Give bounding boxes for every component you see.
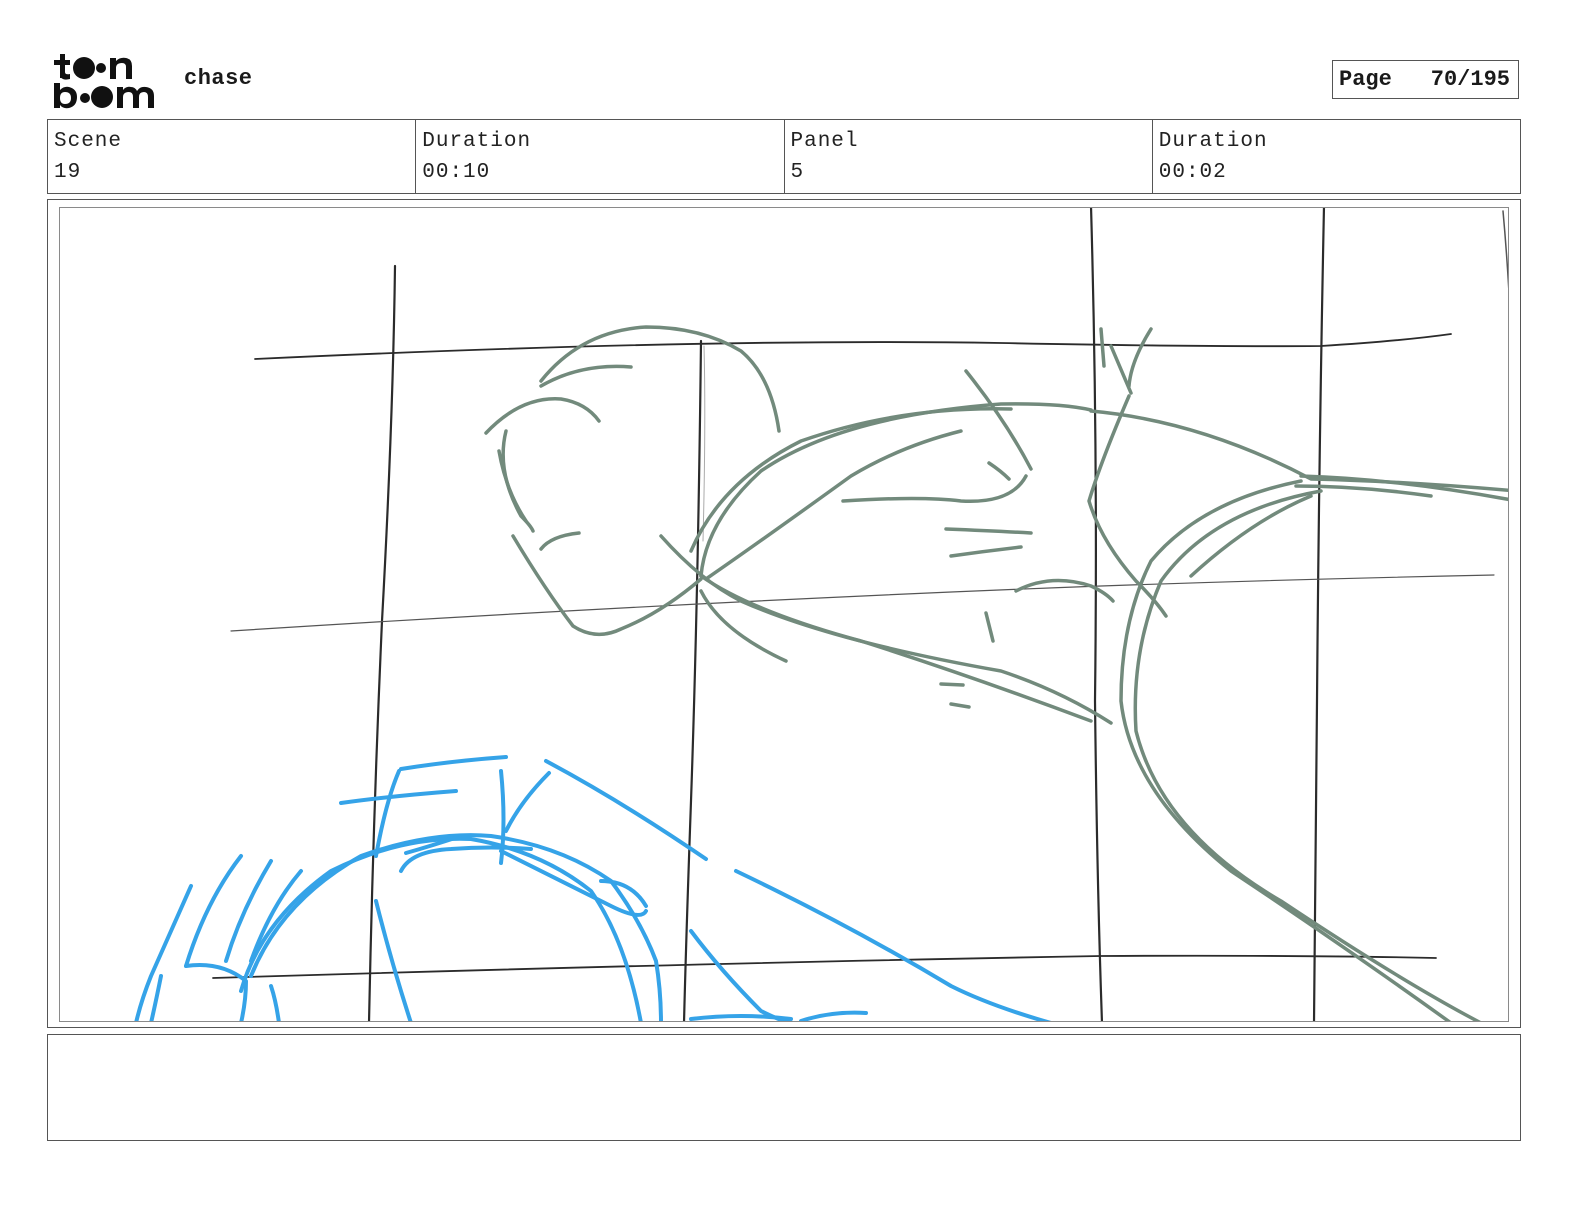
foreground-sketch bbox=[134, 755, 1052, 1021]
panel-cell: Panel 5 bbox=[785, 120, 1153, 193]
toon-boom-logo bbox=[50, 50, 164, 112]
scene-duration-cell: Duration 00:10 bbox=[416, 120, 785, 193]
panel-duration-cell: Duration 00:02 bbox=[1153, 120, 1520, 193]
scene-cell: Scene 19 bbox=[48, 120, 417, 193]
page-label: Page bbox=[1339, 67, 1392, 92]
panel-image bbox=[59, 207, 1509, 1022]
panel-info-row: Scene 19 Duration 00:10 Panel 5 Duration… bbox=[47, 119, 1521, 194]
panel-duration-value: 00:02 bbox=[1158, 161, 1227, 184]
scene-duration-label: Duration bbox=[422, 130, 532, 153]
panel-duration-label: Duration bbox=[1158, 130, 1268, 153]
panel-notes bbox=[47, 1034, 1521, 1141]
scene-label: Scene bbox=[54, 130, 123, 153]
page-indicator: Page 70/195 bbox=[1332, 60, 1519, 99]
page-number: 70/195 bbox=[1430, 67, 1510, 92]
panel-label: Panel bbox=[790, 130, 859, 153]
scene-value: 19 bbox=[54, 161, 82, 184]
scene-duration-value: 00:10 bbox=[422, 161, 491, 184]
character-sketch bbox=[484, 325, 1508, 1021]
project-title: chase bbox=[184, 66, 253, 91]
panel-value: 5 bbox=[790, 161, 805, 184]
guide-lines bbox=[212, 208, 1508, 1021]
sketch-drawing bbox=[134, 208, 1508, 1021]
